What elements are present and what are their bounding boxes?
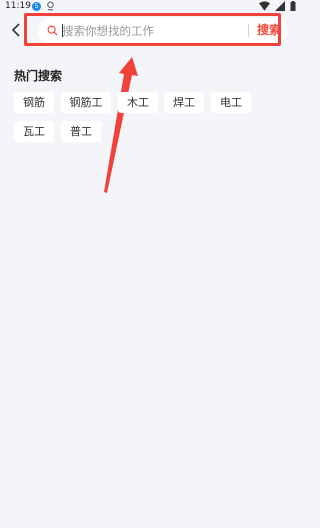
hot-search-title: 热门搜索 (14, 69, 63, 83)
hot-search-tag[interactable]: 钢筋工 (61, 92, 111, 113)
signal-icon (274, 1, 285, 11)
annotation-highlight-box (24, 13, 281, 46)
notification-badge: 5 (32, 2, 41, 11)
hot-search-tag[interactable]: 瓦工 (14, 121, 54, 142)
location-icon (47, 1, 54, 11)
wifi-icon (258, 1, 270, 11)
status-bar: 11:19 5 (0, 0, 300, 14)
back-arrow-icon[interactable] (10, 22, 24, 38)
hot-search-tag[interactable]: 电工 (211, 92, 251, 113)
hot-search-tag[interactable]: 焊工 (164, 92, 204, 113)
hot-search-tag[interactable]: 钢筋 (14, 92, 54, 113)
hot-search-tag[interactable]: 木工 (118, 92, 158, 113)
battery-icon (290, 1, 296, 11)
hot-search-tag[interactable]: 普工 (61, 121, 101, 142)
status-time: 11:19 (5, 1, 31, 11)
status-icons (258, 1, 296, 12)
